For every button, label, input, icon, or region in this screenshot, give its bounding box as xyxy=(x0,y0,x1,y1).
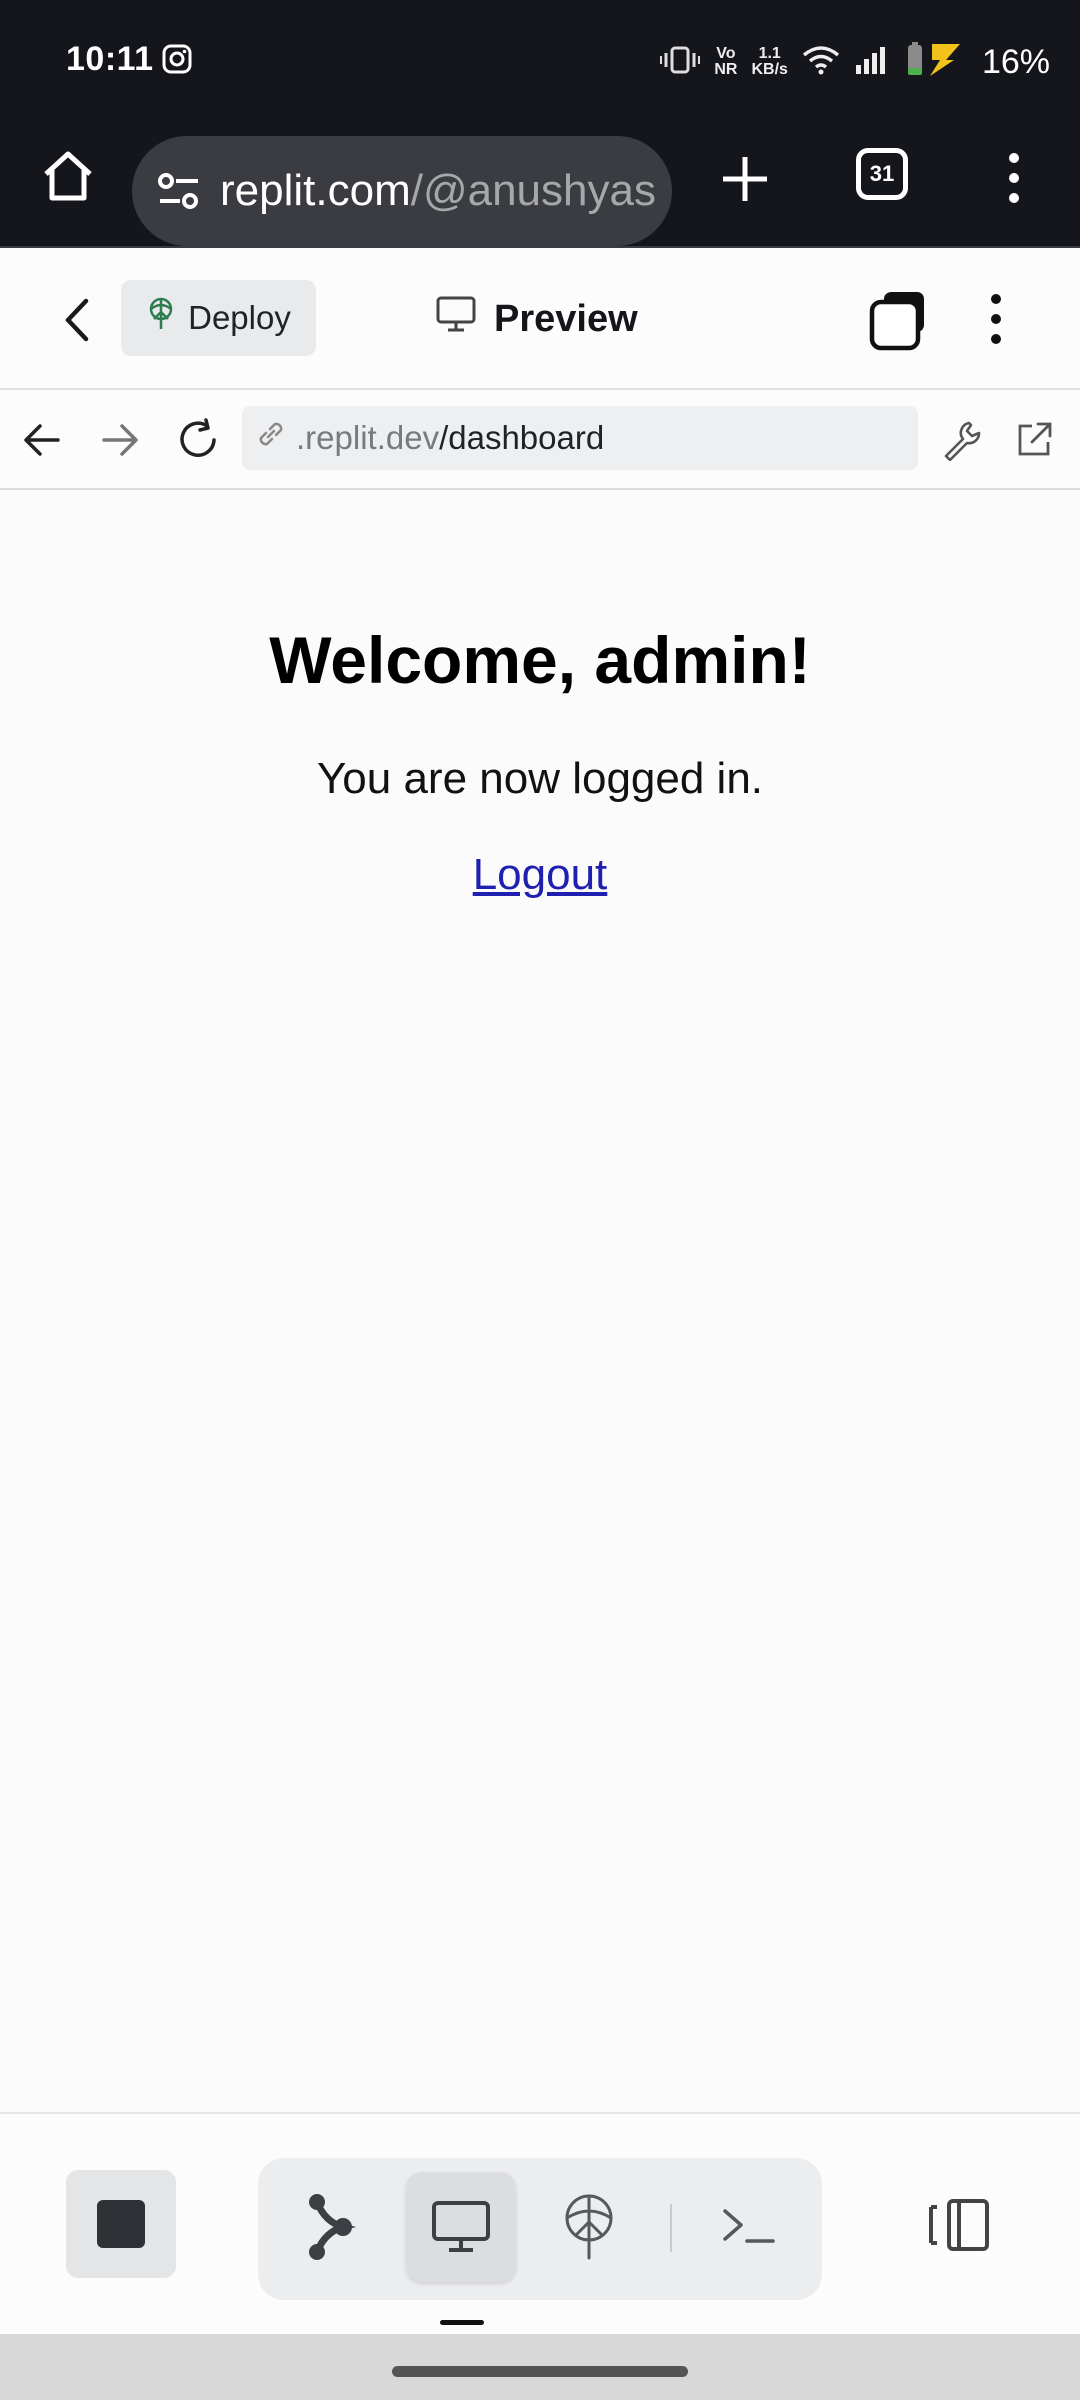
wrench-icon[interactable] xyxy=(934,412,990,468)
active-tool-indicator xyxy=(440,2320,484,2325)
link-icon xyxy=(254,417,288,459)
speed-line-1: 1.1 xyxy=(758,45,781,62)
stop-button[interactable] xyxy=(66,2170,176,2278)
browser-toolbar: replit.com/@anushyas 31 xyxy=(0,120,1080,248)
globe-upload-icon[interactable] xyxy=(534,2172,644,2282)
login-message: You are now logged in. xyxy=(316,754,764,803)
chevron-left-icon[interactable] xyxy=(52,292,102,348)
speed-line-2: KB/s xyxy=(751,61,788,78)
tool-separator xyxy=(670,2204,672,2252)
tab-preview[interactable]: Preview xyxy=(436,288,638,350)
deploy-button[interactable]: Deploy xyxy=(121,280,316,356)
replit-header: Deploy Preview xyxy=(0,250,1080,390)
plus-icon[interactable] xyxy=(710,144,780,214)
vibrate-icon xyxy=(660,45,701,80)
git-branch-icon[interactable] xyxy=(274,2172,384,2282)
bottom-toolbar xyxy=(0,2112,1080,2334)
battery-percent: 16% xyxy=(981,42,1050,81)
omnibox-path: /@anushyas xyxy=(410,166,656,215)
tab-count-button[interactable]: 31 xyxy=(856,148,908,200)
webview-nav: .replit.dev/dashboard xyxy=(0,390,1080,490)
webview-url: .replit.dev/dashboard xyxy=(296,419,604,457)
omnibox-host: replit.com xyxy=(220,166,411,215)
stop-icon xyxy=(97,2200,145,2248)
external-link-icon[interactable] xyxy=(1006,412,1062,468)
split-view-icon[interactable] xyxy=(920,2170,1000,2280)
terminal-icon[interactable] xyxy=(694,2172,804,2282)
home-icon[interactable] xyxy=(36,144,100,208)
more-vert-icon[interactable] xyxy=(994,146,1034,210)
tool-group xyxy=(258,2158,822,2300)
status-indicators: Vo NR 1.1 KB/s 16% xyxy=(660,38,1050,86)
network-line-2: NR xyxy=(714,61,738,78)
page-title: Welcome, admin! xyxy=(269,623,811,697)
preview-label: Preview xyxy=(494,297,638,340)
monitor-icon xyxy=(436,296,476,342)
more-vert-icon[interactable] xyxy=(976,286,1016,352)
webview-url-prefix: .replit.dev xyxy=(296,419,440,456)
home-gesture-handle[interactable] xyxy=(392,2366,688,2377)
network-type: Vo NR xyxy=(714,46,737,78)
gesture-bar xyxy=(0,2334,1080,2400)
instagram-icon xyxy=(162,44,192,79)
omnibox[interactable]: replit.com/@anushyas xyxy=(132,136,672,246)
webview-url-path: /dashboard xyxy=(439,419,605,456)
wifi-icon xyxy=(802,45,840,80)
monitor-icon[interactable] xyxy=(406,2172,516,2282)
arrow-right-icon[interactable] xyxy=(92,412,148,468)
webview-url-field[interactable]: .replit.dev/dashboard xyxy=(242,406,918,470)
omnibox-url: replit.com/@anushyas xyxy=(220,166,656,216)
signal-icon xyxy=(854,45,888,80)
network-speed: 1.1 KB/s xyxy=(751,46,787,78)
battery-icon xyxy=(902,41,962,83)
tune-icon[interactable] xyxy=(154,166,204,216)
status-bar: 10:11 Vo NR 1.1 KB/s 16% xyxy=(0,0,1080,120)
deploy-icon xyxy=(146,297,176,339)
layers-icon[interactable] xyxy=(866,288,930,352)
status-time: 10:11 xyxy=(66,40,154,78)
arrow-left-icon[interactable] xyxy=(14,412,70,468)
deploy-label: Deploy xyxy=(188,299,291,336)
refresh-icon[interactable] xyxy=(170,412,226,468)
network-line-1: Vo xyxy=(716,45,736,62)
page-content: Welcome, admin! You are now logged in. L… xyxy=(0,492,1080,2112)
logout-link[interactable]: Logout xyxy=(473,850,608,899)
